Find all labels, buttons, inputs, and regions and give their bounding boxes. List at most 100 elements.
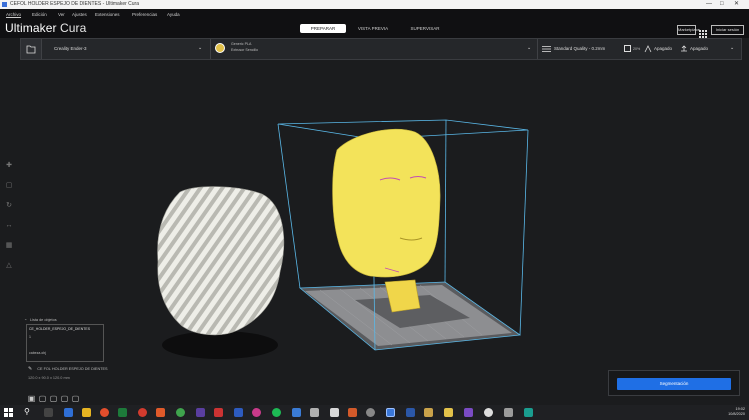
camera-view-buttons: ▣ ▢ ▢ ▢ ▢ [27, 388, 82, 406]
list-item[interactable]: 1 [29, 335, 31, 339]
app-icon-14[interactable] [310, 408, 319, 417]
quality-profile: Standard Quality - 0.2mm [554, 46, 606, 51]
edge-icon[interactable] [64, 408, 73, 417]
app-icon-16[interactable] [348, 408, 357, 417]
3d-viewport[interactable] [0, 60, 749, 405]
settings-gear-icon[interactable] [504, 408, 513, 417]
app-icon-6[interactable] [156, 408, 165, 417]
chevron-down-icon: ⌄ [198, 45, 203, 51]
explorer-icon[interactable] [82, 408, 91, 417]
excel-icon[interactable] [118, 408, 127, 417]
model-dimensions: 120.0 x 90.0 x 120.0 mm [28, 376, 70, 380]
scale-tool-icon[interactable]: ▢ [5, 182, 13, 190]
window-title: CEFOL HOLDER ESPEJO DE DIENTES - Ultimak… [10, 1, 140, 7]
tab-vista-previa[interactable]: VISTA PREVIA [350, 24, 396, 33]
minimize-button[interactable]: — [706, 0, 712, 9]
object-list-header[interactable]: Lista de objetos [30, 318, 57, 322]
menu-ajustes[interactable]: Ajustes [72, 9, 87, 20]
os-taskbar: ⚲ 19:02 10/8/2020 [0, 405, 749, 420]
move-tool-icon[interactable]: ✚ [5, 162, 13, 170]
infill-percentage: 20% [633, 47, 641, 51]
app-icon-20[interactable] [424, 408, 433, 417]
acrobat-icon[interactable] [214, 408, 223, 417]
material-name: Generic PLA [231, 42, 252, 46]
app-icon-11[interactable] [252, 408, 261, 417]
app-icon-10[interactable] [234, 408, 243, 417]
app-icon [2, 2, 7, 7]
app-icon-17[interactable] [366, 408, 375, 417]
chrome-icon[interactable] [100, 408, 109, 417]
menu-extensiones[interactable]: Extensiones [95, 9, 120, 20]
view-right-icon[interactable]: ▢ [71, 394, 80, 403]
folder-icon [26, 45, 36, 54]
task-view-icon[interactable] [44, 408, 53, 417]
marketplace-button[interactable]: Marketplace [677, 25, 700, 35]
view-left-icon[interactable]: ▢ [60, 394, 69, 403]
support-icon [644, 45, 652, 53]
infill-icon [624, 45, 631, 52]
support-blocker-icon[interactable]: △ [5, 262, 13, 270]
app-icon-23[interactable] [484, 408, 493, 417]
per-model-settings-icon[interactable]: ▦ [5, 242, 13, 250]
extruder-label: Extrusor Sencillo [231, 48, 258, 52]
app-icon-15[interactable] [330, 408, 339, 417]
maximize-button[interactable]: □ [720, 0, 724, 9]
white-head-model [157, 186, 284, 335]
slice-panel: Segmentación [608, 370, 740, 396]
view-3d-icon[interactable]: ▣ [27, 394, 36, 403]
list-item[interactable]: CE_HOLDER_ESPEJO_DE_DIENTES [29, 327, 90, 331]
view-top-icon[interactable]: ▢ [49, 394, 58, 403]
sign-in-button[interactable]: Iniciar sesión [711, 25, 744, 35]
printer-name: Creality Ender-3 [54, 46, 87, 51]
view-front-icon[interactable]: ▢ [38, 394, 47, 403]
close-window-button[interactable]: ✕ [734, 0, 739, 9]
object-list: ⌃ Lista de objetos CE_HOLDER_ESPEJO_DE_D… [24, 318, 104, 362]
adhesion-icon [681, 45, 687, 52]
system-clock[interactable]: 19:02 10/8/2020 [728, 407, 745, 417]
rotate-tool-icon[interactable]: ↻ [5, 202, 13, 210]
app-icon-21[interactable] [444, 408, 453, 417]
adhesion-status: Apagado [690, 46, 709, 51]
app-icon-13[interactable] [292, 408, 301, 417]
mirror-tool-icon[interactable]: ↔ [5, 222, 13, 230]
material-selector[interactable]: Generic PLA Extrusor Sencillo ⌄ [211, 39, 537, 59]
word-icon[interactable] [406, 408, 415, 417]
chevron-up-icon[interactable]: ⌃ [24, 318, 27, 323]
tab-supervisar[interactable]: SUPERVISAR [402, 24, 448, 33]
transform-tools: ✚ ▢ ↻ ↔ ▦ △ [2, 160, 18, 280]
printer-selector[interactable]: Creality Ender-3 ⌄ [42, 39, 210, 59]
windows-start-icon[interactable] [4, 408, 13, 417]
yellow-head-model [332, 129, 441, 278]
menu-bar: Archivo Edición Ver Ajustes Extensiones … [0, 9, 749, 20]
search-icon[interactable]: ⚲ [24, 407, 30, 416]
open-file-button[interactable] [21, 39, 41, 59]
slice-button[interactable]: Segmentación [617, 378, 731, 390]
app-icon-7[interactable] [176, 408, 185, 417]
menu-ver[interactable]: Ver [58, 9, 65, 20]
app-icon-22[interactable] [464, 408, 473, 417]
menu-ayuda[interactable]: Ayuda [167, 9, 180, 20]
tab-preparar[interactable]: PREPARAR [300, 24, 346, 33]
project-filename: CE FOL HOLDER ESPEJO DE DIENTES [37, 367, 108, 371]
white-model-shadow [162, 331, 278, 359]
print-toolbar: Creality Ender-3 ⌄ Generic PLA Extrusor … [20, 38, 742, 60]
spotify-icon[interactable] [272, 408, 281, 417]
app-icon-25[interactable] [524, 408, 533, 417]
premiere-icon[interactable] [196, 408, 205, 417]
print-settings-selector[interactable]: Standard Quality - 0.2mm 20% Apagado Apa… [538, 39, 741, 59]
window-titlebar: CEFOL HOLDER ESPEJO DE DIENTES - Ultimak… [0, 0, 749, 9]
cura-taskbar-icon[interactable] [386, 408, 395, 417]
menu-archivo[interactable]: Archivo [6, 9, 21, 20]
chevron-down-icon: ⌄ [527, 45, 532, 51]
apps-grid-icon[interactable] [699, 25, 707, 38]
edit-pencil-icon[interactable]: ✎ [28, 366, 32, 372]
chevron-down-icon: ⌄ [730, 45, 735, 51]
opera-icon[interactable] [138, 408, 147, 417]
app-header: Ultimaker Cura PREPARAR VISTA PREVIA SUP… [0, 20, 749, 38]
list-item[interactable]: cabeza.obj [29, 351, 46, 355]
ultimaker-cura-logo: Ultimaker Cura [5, 21, 87, 35]
extruder-badge-icon [215, 43, 225, 53]
sliders-icon [542, 46, 551, 52]
menu-edicion[interactable]: Edición [32, 9, 47, 20]
menu-preferencias[interactable]: Preferencias [132, 9, 157, 20]
